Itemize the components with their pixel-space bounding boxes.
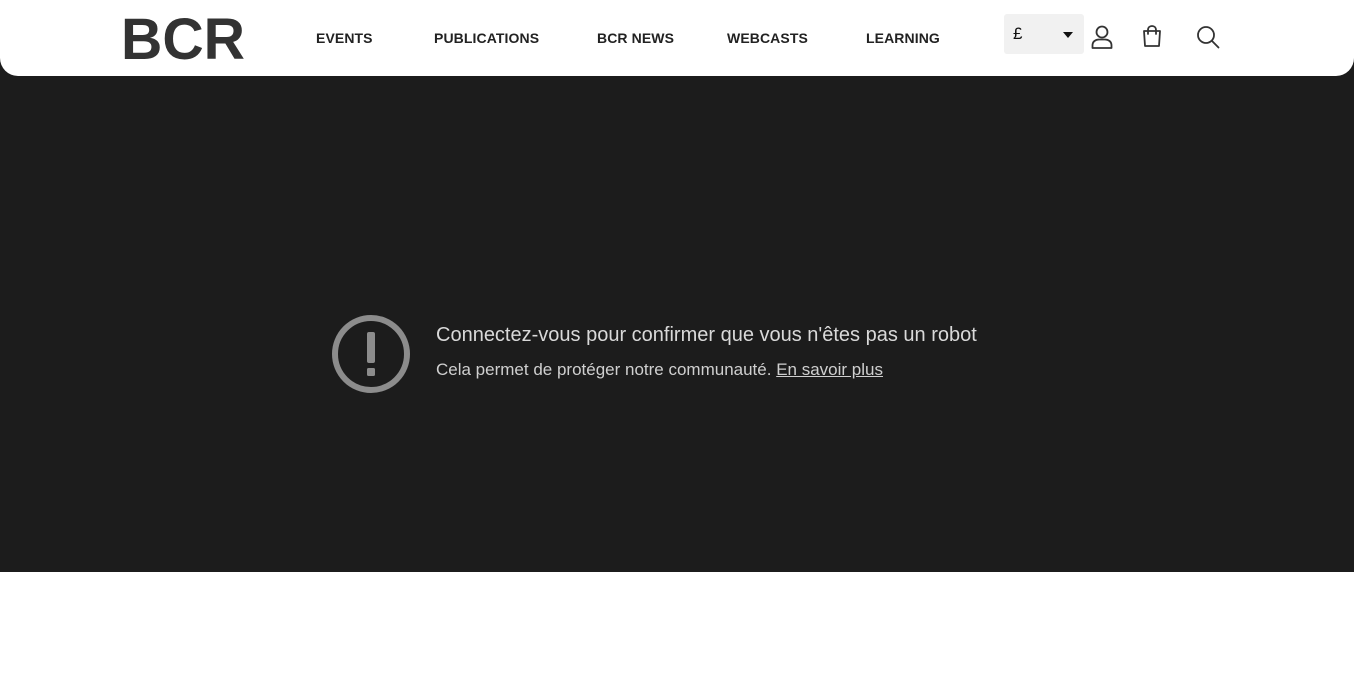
nav-item-webcasts[interactable]: WEBCASTS xyxy=(727,30,808,46)
page: Connectez-vous pour confirmer que vous n… xyxy=(0,0,1366,682)
nav-item-events[interactable]: EVENTS xyxy=(316,30,373,46)
shopping-bag-icon xyxy=(1139,24,1165,50)
search-button[interactable] xyxy=(1195,24,1221,50)
account-button[interactable] xyxy=(1089,24,1115,50)
learn-more-link[interactable]: En savoir plus xyxy=(776,360,883,379)
nav-item-bcr-news[interactable]: BCR NEWS xyxy=(597,30,674,46)
nav-item-learning[interactable]: LEARNING xyxy=(866,30,940,46)
notice-description: Cela permet de protéger notre communauté… xyxy=(436,360,772,379)
embedded-content-area: Connectez-vous pour confirmer que vous n… xyxy=(0,38,1354,572)
exclamation-circle-icon xyxy=(330,313,412,395)
site-header: BCR EVENTS PUBLICATIONS BCR NEWS WEBCAST… xyxy=(0,0,1354,76)
notice-title: Connectez-vous pour confirmer que vous n… xyxy=(436,324,977,346)
nav-item-publications[interactable]: PUBLICATIONS xyxy=(434,30,539,46)
notice-text: Cela permet de protéger notre communauté… xyxy=(436,360,883,380)
currency-selected-value: £ xyxy=(1013,24,1023,43)
search-icon xyxy=(1195,24,1221,50)
user-icon xyxy=(1089,24,1115,50)
login-required-notice: Connectez-vous pour confirmer que vous n… xyxy=(330,313,1090,395)
cart-button[interactable] xyxy=(1139,24,1165,50)
currency-select[interactable]: £ xyxy=(1004,14,1084,54)
caret-down-icon xyxy=(1063,32,1073,38)
